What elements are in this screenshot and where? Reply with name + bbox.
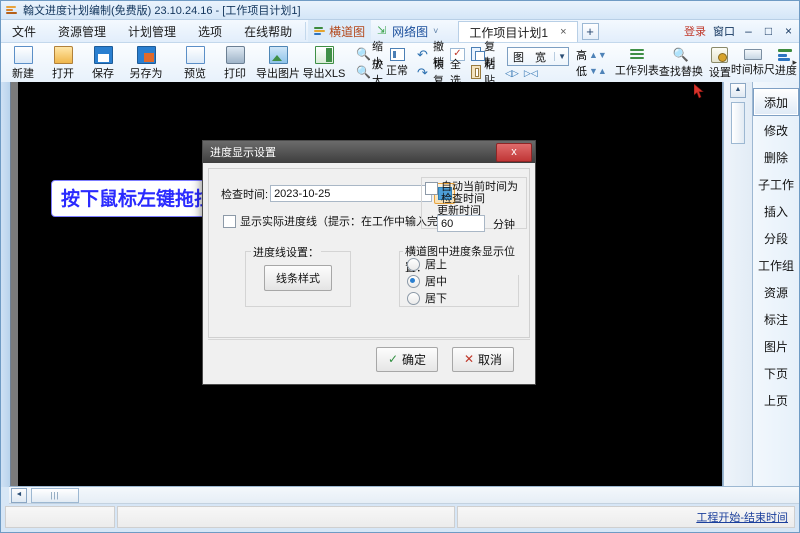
line-style-button[interactable]: 线条样式 [264, 265, 332, 291]
progress-display-settings-dialog: 进度显示设置 x 检查时间: 2023-10-25 显示实际进度线（提示：在工作… [202, 140, 536, 385]
bar-position-top-radio[interactable] [407, 258, 420, 271]
dialog-title-bar: 进度显示设置 x [203, 141, 535, 163]
auto-current-time-checkbox[interactable] [425, 182, 438, 195]
bar-position-bottom-label: 居下 [425, 290, 447, 306]
dialog-footer: ✓ 确定 ✕ 取消 [208, 339, 530, 378]
check-icon: ✓ [388, 352, 398, 366]
cross-icon: ✕ [464, 352, 474, 366]
bar-position-middle-label: 居中 [425, 273, 447, 289]
ok-button-label: 确定 [402, 351, 426, 368]
show-actual-line-checkbox[interactable] [223, 215, 236, 228]
ok-button[interactable]: ✓ 确定 [376, 347, 438, 372]
progress-line-group-title: 进度线设置： [251, 244, 321, 260]
update-time-input[interactable]: 60 [437, 215, 485, 232]
application-window: 翰文进度计划编制(免费版) 23.10.24.16 - [工作项目计划1] 文件… [0, 0, 800, 533]
dialog-title: 进度显示设置 [210, 144, 276, 160]
check-time-label: 检查时间: [221, 186, 268, 202]
check-time-input[interactable]: 2023-10-25 [270, 185, 432, 202]
dialog-body: 检查时间: 2023-10-25 显示实际进度线（提示：在工作中输入完成情况） … [208, 168, 530, 338]
cancel-button[interactable]: ✕ 取消 [452, 347, 514, 372]
bar-position-middle-radio[interactable] [407, 275, 420, 288]
dialog-close-button[interactable]: x [496, 143, 532, 162]
cancel-button-label: 取消 [478, 351, 502, 368]
bar-position-bottom-radio[interactable] [407, 292, 420, 305]
bar-position-top-label: 居上 [425, 256, 447, 272]
modal-overlay: 进度显示设置 x 检查时间: 2023-10-25 显示实际进度线（提示：在工作… [1, 1, 799, 532]
minutes-label: 分钟 [493, 216, 515, 232]
